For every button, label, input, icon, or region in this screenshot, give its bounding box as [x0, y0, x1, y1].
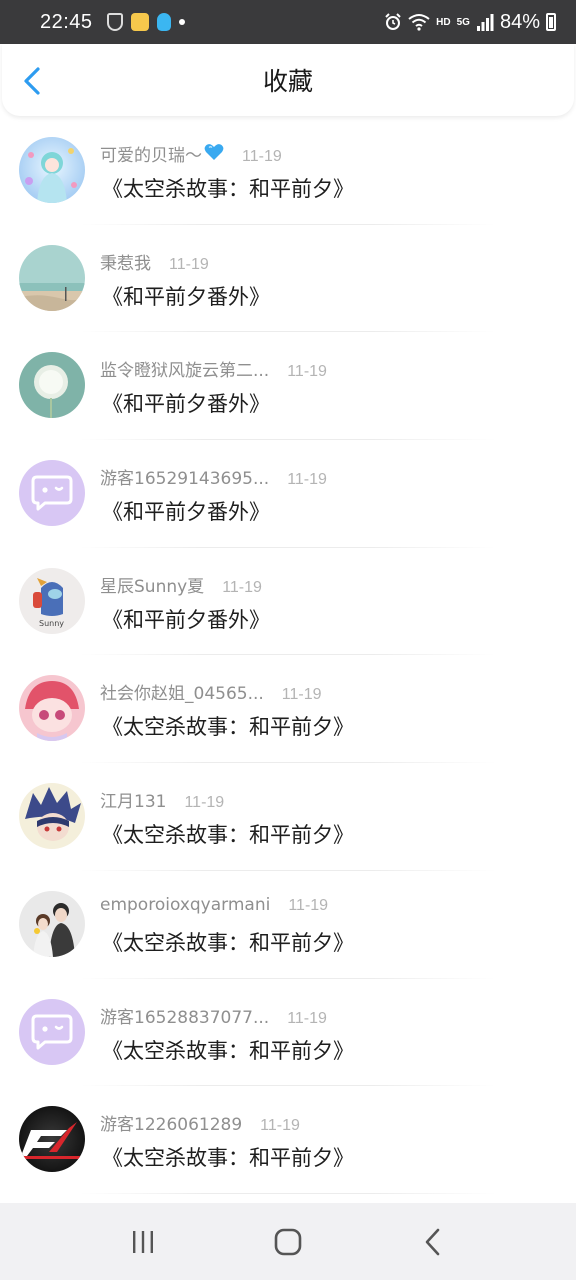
guest-chat-avatar[interactable]: [19, 998, 85, 1065]
date: 11-19: [287, 471, 327, 489]
list-item[interactable]: 游客16529143695... 11-19 《和平前夕番外》: [0, 440, 576, 548]
nfs-logo-avatar[interactable]: [19, 1106, 85, 1173]
username[interactable]: 江月131: [100, 787, 166, 812]
date: 11-19: [242, 148, 282, 165]
row-meta: 江月131 11-19: [100, 787, 224, 812]
item-title: 《太空杀故事：和平前夕》: [102, 1146, 354, 1171]
list-item[interactable]: 秉惹我 11-19 《和平前夕番外》: [0, 225, 576, 333]
row-meta: 可爱的贝瑞～ 11-19: [100, 141, 282, 166]
hd-label: HD: [436, 16, 451, 28]
blue-heart-icon: [204, 144, 224, 160]
username[interactable]: 游客16529143695...: [100, 464, 269, 489]
row-meta: 游客1226061289 11-19: [100, 1110, 300, 1135]
chevron-left-icon[interactable]: [18, 66, 46, 96]
battery-icon: [546, 13, 556, 31]
recent-apps-icon[interactable]: [123, 1224, 163, 1260]
date: 11-19: [260, 1117, 300, 1135]
item-title: 《和平前夕番外》: [102, 284, 270, 309]
svg-text:Sunny: Sunny: [39, 619, 64, 628]
list-item[interactable]: 游客16528837077... 11-19 《太空杀故事：和平前夕》: [0, 979, 576, 1087]
item-title: 《和平前夕番外》: [102, 607, 270, 632]
row-meta: 游客16529143695... 11-19: [100, 464, 327, 489]
date: 11-19: [222, 578, 262, 596]
username[interactable]: 监令瞪狱风旋云第二...: [100, 356, 269, 381]
username[interactable]: emporoioxqyarmani: [100, 895, 270, 915]
home-icon[interactable]: [268, 1224, 308, 1260]
date: 11-19: [287, 1009, 327, 1027]
row-meta: 星辰Sunny夏 11-19: [100, 572, 262, 597]
back-icon[interactable]: [413, 1224, 453, 1260]
row-meta: 游客16528837077... 11-19: [100, 1003, 327, 1028]
list-item[interactable]: 游客1226061289 11-19 《太空杀故事：和平前夕》: [0, 1086, 576, 1194]
item-title: 《太空杀故事：和平前夕》: [102, 715, 354, 740]
username[interactable]: 可爱的贝瑞～: [100, 141, 202, 166]
item-title: 《和平前夕番外》: [102, 500, 270, 525]
item-title: 《太空杀故事：和平前夕》: [102, 823, 354, 848]
list-item[interactable]: 监令瞪狱风旋云第二... 11-19 《和平前夕番外》: [0, 332, 576, 440]
status-time: 22:45: [40, 10, 93, 33]
crewmate-avatar[interactable]: Sunny: [19, 567, 85, 634]
anime-girl-avatar[interactable]: [19, 137, 85, 203]
list-item[interactable]: 江月131 11-19 《太空杀故事：和平前夕》: [0, 763, 576, 871]
system-nav-bar: [0, 1203, 576, 1280]
status-right-icons: HD 5G 84%: [384, 11, 556, 34]
blue-hair-avatar[interactable]: [19, 783, 85, 850]
date: 11-19: [184, 794, 225, 812]
date: 11-19: [287, 363, 327, 381]
status-left-icons: [106, 13, 185, 31]
row-meta: 社会你赵姐_04565... 11-19: [100, 679, 322, 704]
username[interactable]: 游客16528837077...: [100, 1003, 269, 1028]
pink-anime-avatar[interactable]: [19, 675, 85, 742]
date: 11-19: [288, 896, 329, 914]
shield-icon: [106, 13, 123, 31]
row-meta: emporoioxqyarmani 11-19: [100, 895, 328, 915]
couple-avatar[interactable]: [19, 890, 85, 957]
username[interactable]: 社会你赵姐_04565...: [100, 679, 264, 704]
item-title: 《太空杀故事：和平前夕》: [102, 930, 354, 955]
favorites-list: 可爱的贝瑞～ 11-19 《太空杀故事：和平前夕》 秉惹我 11-19 《和平前…: [0, 117, 576, 1203]
item-title: 《和平前夕番外》: [102, 392, 270, 417]
signal-icon: [476, 14, 494, 31]
list-item[interactable]: 社会你赵姐_04565... 11-19 《太空杀故事：和平前夕》: [0, 655, 576, 763]
guest-chat-avatar[interactable]: [19, 460, 85, 527]
beach-avatar[interactable]: [19, 244, 85, 311]
page-title: 收藏: [262, 67, 313, 96]
alarm-icon: [385, 13, 401, 30]
battery-percent: 84%: [499, 10, 540, 33]
status-bar: 22:45 HD 5G 84%: [0, 0, 576, 44]
date: 11-19: [169, 255, 209, 273]
wifi-icon: [408, 14, 430, 31]
dandelion-avatar[interactable]: [19, 352, 85, 419]
network-label: 5G: [456, 16, 470, 28]
list-item[interactable]: emporoioxqyarmani 11-19 《太空杀故事：和平前夕》: [0, 871, 576, 979]
app-icon: [130, 13, 149, 31]
list-item[interactable]: 可爱的贝瑞～ 11-19 《太空杀故事：和平前夕》: [0, 117, 576, 225]
list-item[interactable]: Sunny 星辰Sunny夏 11-19 《和平前夕番外》: [0, 548, 576, 656]
date: 11-19: [281, 686, 322, 704]
item-title: 《太空杀故事：和平前夕》: [102, 1038, 354, 1063]
row-meta: 秉惹我 11-19: [100, 249, 209, 274]
username[interactable]: 游客1226061289: [100, 1110, 242, 1135]
username[interactable]: 星辰Sunny夏: [100, 572, 204, 597]
qq-icon: [156, 13, 171, 31]
username[interactable]: 秉惹我: [100, 249, 151, 274]
header: 收藏: [2, 44, 574, 116]
dot-icon: [178, 19, 185, 25]
item-title: 《太空杀故事：和平前夕》: [102, 177, 354, 201]
row-meta: 监令瞪狱风旋云第二... 11-19: [100, 356, 327, 381]
